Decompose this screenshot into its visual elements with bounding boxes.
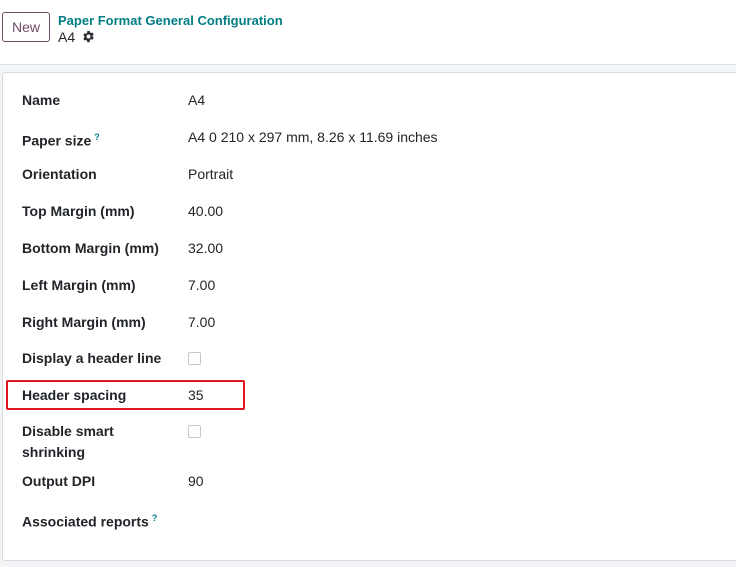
- paper-size-help-icon[interactable]: ?: [94, 132, 100, 142]
- control-panel: New Paper Format General Configuration A…: [0, 0, 736, 65]
- header-line-checkbox[interactable]: [188, 352, 201, 365]
- breadcrumb-parent[interactable]: Paper Format General Configuration: [58, 13, 283, 28]
- top-margin-value[interactable]: 40.00: [188, 201, 223, 222]
- bottom-margin-value[interactable]: 32.00: [188, 238, 223, 259]
- disable-shrinking-checkbox[interactable]: [188, 425, 201, 438]
- paper-size-label: Paper size?: [22, 127, 100, 152]
- orientation-label: Orientation: [22, 166, 97, 182]
- associated-reports-label-text: Associated reports: [22, 513, 149, 530]
- output-dpi-label: Output DPI: [22, 473, 96, 489]
- name-label: Name: [22, 92, 61, 108]
- bottom-margin-label: Bottom Margin (mm): [22, 240, 159, 256]
- left-margin-label: Left Margin (mm): [22, 277, 136, 293]
- output-dpi-value[interactable]: 90: [188, 471, 204, 492]
- top-margin-label: Top Margin (mm): [22, 203, 135, 219]
- paper-size-value[interactable]: A4 0 210 x 297 mm, 8.26 x 11.69 inches: [188, 127, 438, 148]
- disable-shrinking-label: Disable smart shrinking: [22, 423, 114, 460]
- left-margin-value[interactable]: 7.00: [188, 275, 215, 296]
- associated-reports-label: Associated reports?: [22, 508, 157, 533]
- name-value[interactable]: A4: [188, 90, 205, 111]
- header-line-label: Display a header line: [22, 350, 162, 366]
- new-button[interactable]: New: [2, 12, 50, 42]
- record-title: A4: [58, 29, 76, 45]
- right-margin-value[interactable]: 7.00: [188, 312, 215, 333]
- associated-reports-help-icon[interactable]: ?: [152, 513, 158, 523]
- header-spacing-highlight: [6, 380, 245, 410]
- paper-size-label-text: Paper size: [22, 132, 92, 149]
- right-margin-label: Right Margin (mm): [22, 314, 146, 330]
- orientation-value[interactable]: Portrait: [188, 164, 233, 185]
- form-sheet: Name A4 Paper size? A4 0 210 x 297 mm, 8…: [2, 72, 736, 561]
- gear-icon[interactable]: [82, 30, 95, 43]
